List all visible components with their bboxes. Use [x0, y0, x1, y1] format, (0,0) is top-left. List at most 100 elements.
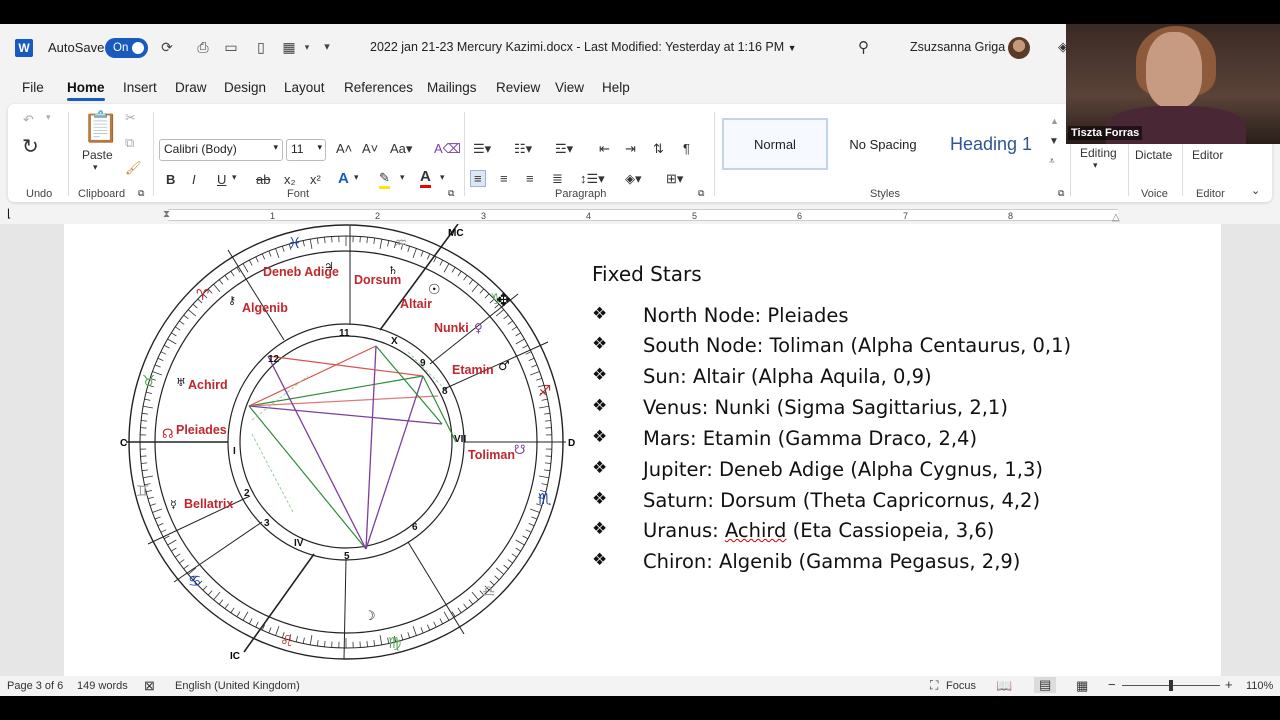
- underline-button[interactable]: U: [217, 172, 226, 187]
- chevron-down-icon[interactable]: ▾: [400, 172, 405, 183]
- spelling-error-mark[interactable]: Achird: [725, 519, 787, 542]
- user-name[interactable]: Zsuzsanna Griga: [910, 40, 1005, 54]
- copy-icon[interactable]: ⧉: [125, 135, 134, 151]
- clear-formatting-icon[interactable]: A⌫: [434, 141, 461, 157]
- chevron-down-icon[interactable]: ▾: [354, 172, 359, 183]
- zoom-slider-thumb[interactable]: [1169, 680, 1173, 691]
- tab-mailings[interactable]: Mailings: [427, 80, 477, 95]
- font-size-dropdown[interactable]: 11 ▾: [286, 139, 326, 161]
- strikethrough-button[interactable]: ab: [256, 172, 270, 187]
- document-title-bar[interactable]: 2022 jan 21-23 Mercury Kazimi.docx - Las…: [370, 40, 797, 54]
- zoom-in-icon[interactable]: +: [1225, 677, 1233, 692]
- search-icon[interactable]: ⚲: [858, 38, 869, 56]
- save-icon[interactable]: ⟳: [158, 38, 176, 56]
- format-painter-icon[interactable]: 🖌: [125, 160, 142, 176]
- avatar[interactable]: [1008, 37, 1030, 59]
- editing-button[interactable]: Editing: [1080, 146, 1117, 160]
- dialog-launcher-icon[interactable]: ⧉: [1058, 188, 1064, 199]
- cut-icon[interactable]: ✂: [125, 110, 136, 126]
- focus-button[interactable]: Focus: [946, 680, 976, 692]
- chevron-down-icon[interactable]: ▾: [232, 172, 237, 183]
- page[interactable]: MC IC C D Deneb Adige Dorsum Altair Alge…: [64, 224, 1221, 676]
- tab-help[interactable]: Help: [602, 80, 630, 95]
- dialog-launcher-icon[interactable]: ⧉: [698, 188, 704, 199]
- chevron-down-icon[interactable]: ▾: [93, 162, 98, 173]
- zoom-level[interactable]: 110%: [1246, 680, 1273, 692]
- print-icon[interactable]: ⎙: [194, 38, 212, 56]
- zoom-out-icon[interactable]: −: [1108, 677, 1116, 692]
- align-center-icon[interactable]: ≡: [500, 171, 508, 186]
- numbering-icon[interactable]: ☷▾: [514, 141, 532, 157]
- superscript-button[interactable]: x²: [310, 172, 321, 187]
- align-left-icon[interactable]: ≡: [470, 170, 486, 187]
- bullets-icon[interactable]: ☰▾: [473, 141, 491, 157]
- paste-label[interactable]: Paste: [82, 148, 113, 162]
- tab-home[interactable]: Home: [67, 80, 105, 101]
- focus-icon[interactable]: ⛶: [930, 678, 938, 693]
- chevron-down-icon[interactable]: ▾: [298, 38, 316, 56]
- font-name-dropdown[interactable]: Calibri (Body) ▾: [159, 139, 283, 161]
- sort-icon[interactable]: ⇅: [653, 141, 664, 157]
- autosave-toggle[interactable]: On: [105, 38, 148, 58]
- style-heading-1[interactable]: Heading 1: [938, 118, 1044, 170]
- tab-insert[interactable]: Insert: [123, 80, 157, 95]
- chevron-down-icon[interactable]: ▾: [46, 112, 51, 123]
- tab-layout[interactable]: Layout: [284, 80, 325, 95]
- multilevel-list-icon[interactable]: ☲▾: [555, 141, 573, 157]
- collapse-ribbon-icon[interactable]: ⌄: [1251, 184, 1260, 197]
- document-canvas[interactable]: MC IC C D Deneb Adige Dorsum Altair Alge…: [0, 224, 1280, 676]
- justify-icon[interactable]: ≣: [552, 171, 563, 187]
- dictate-button[interactable]: Dictate: [1135, 148, 1172, 162]
- dialog-launcher-icon[interactable]: ⧉: [448, 188, 454, 199]
- ruler-track[interactable]: 1 2 3 4 5 6 7 8: [168, 209, 1118, 221]
- dialog-launcher-icon[interactable]: ⧉: [138, 188, 144, 199]
- chevron-down-icon[interactable]: ▾: [440, 172, 445, 183]
- read-mode-icon[interactable]: 📖: [996, 678, 1012, 694]
- style-normal[interactable]: Normal: [722, 118, 828, 170]
- styles-more-icon[interactable]: ⩡: [1049, 156, 1055, 167]
- styles-scroll-up-icon[interactable]: ▲: [1050, 116, 1059, 126]
- grow-font-icon[interactable]: A˄: [336, 141, 352, 156]
- bold-button[interactable]: B: [166, 172, 175, 187]
- web-layout-icon[interactable]: ▦: [1076, 678, 1088, 694]
- highlight-icon[interactable]: ✎: [379, 170, 390, 189]
- video-participant-tile[interactable]: Tiszta Forras: [1066, 24, 1280, 144]
- italic-button[interactable]: I: [192, 172, 196, 187]
- line-spacing-icon[interactable]: ↕☰▾: [580, 171, 605, 187]
- show-formatting-icon[interactable]: ¶: [683, 141, 690, 156]
- print-layout-icon[interactable]: ▤: [1034, 677, 1057, 693]
- language-status[interactable]: English (United Kingdom): [175, 680, 300, 692]
- change-case-icon[interactable]: Aa▾: [390, 141, 412, 157]
- new-document-icon[interactable]: ▯: [252, 38, 270, 56]
- right-indent-marker-icon[interactable]: △: [1112, 212, 1120, 223]
- proofing-icon[interactable]: ⊠: [144, 678, 155, 694]
- decrease-indent-icon[interactable]: ⇤: [599, 141, 610, 157]
- tab-review[interactable]: Review: [496, 80, 540, 95]
- tab-references[interactable]: References: [344, 80, 413, 95]
- shrink-font-icon[interactable]: A˅: [362, 141, 378, 156]
- chevron-down-icon[interactable]: ▾: [1093, 160, 1098, 171]
- tab-file[interactable]: File: [22, 80, 44, 95]
- redo-icon[interactable]: ↻: [22, 134, 39, 159]
- open-icon[interactable]: ▭: [222, 38, 240, 56]
- editor-button[interactable]: Editor: [1192, 148, 1223, 162]
- style-no-spacing[interactable]: No Spacing: [830, 118, 936, 170]
- shading-icon[interactable]: ◈▾: [625, 171, 642, 187]
- align-right-icon[interactable]: ≡: [526, 171, 534, 186]
- tab-view[interactable]: View: [555, 80, 584, 95]
- tab-design[interactable]: Design: [224, 80, 266, 95]
- undo-icon[interactable]: ↶: [23, 112, 34, 128]
- subscript-button[interactable]: x₂: [284, 172, 296, 187]
- text-effects-icon[interactable]: A: [338, 170, 349, 187]
- tab-selector-icon[interactable]: ⌊: [7, 207, 11, 220]
- page-count[interactable]: Page 3 of 6: [7, 680, 63, 692]
- font-color-icon[interactable]: A: [420, 168, 431, 188]
- paste-icon[interactable]: 📋: [82, 110, 119, 145]
- increase-indent-icon[interactable]: ⇥: [625, 141, 636, 157]
- tab-draw[interactable]: Draw: [175, 80, 207, 95]
- table-icon[interactable]: ▦: [280, 38, 298, 56]
- indent-marker-icon[interactable]: ⧗: [163, 209, 170, 220]
- customize-toolbar-icon[interactable]: ▾: [318, 38, 336, 56]
- styles-scroll-down-icon[interactable]: ▼: [1049, 136, 1059, 147]
- word-count[interactable]: 149 words: [77, 680, 128, 692]
